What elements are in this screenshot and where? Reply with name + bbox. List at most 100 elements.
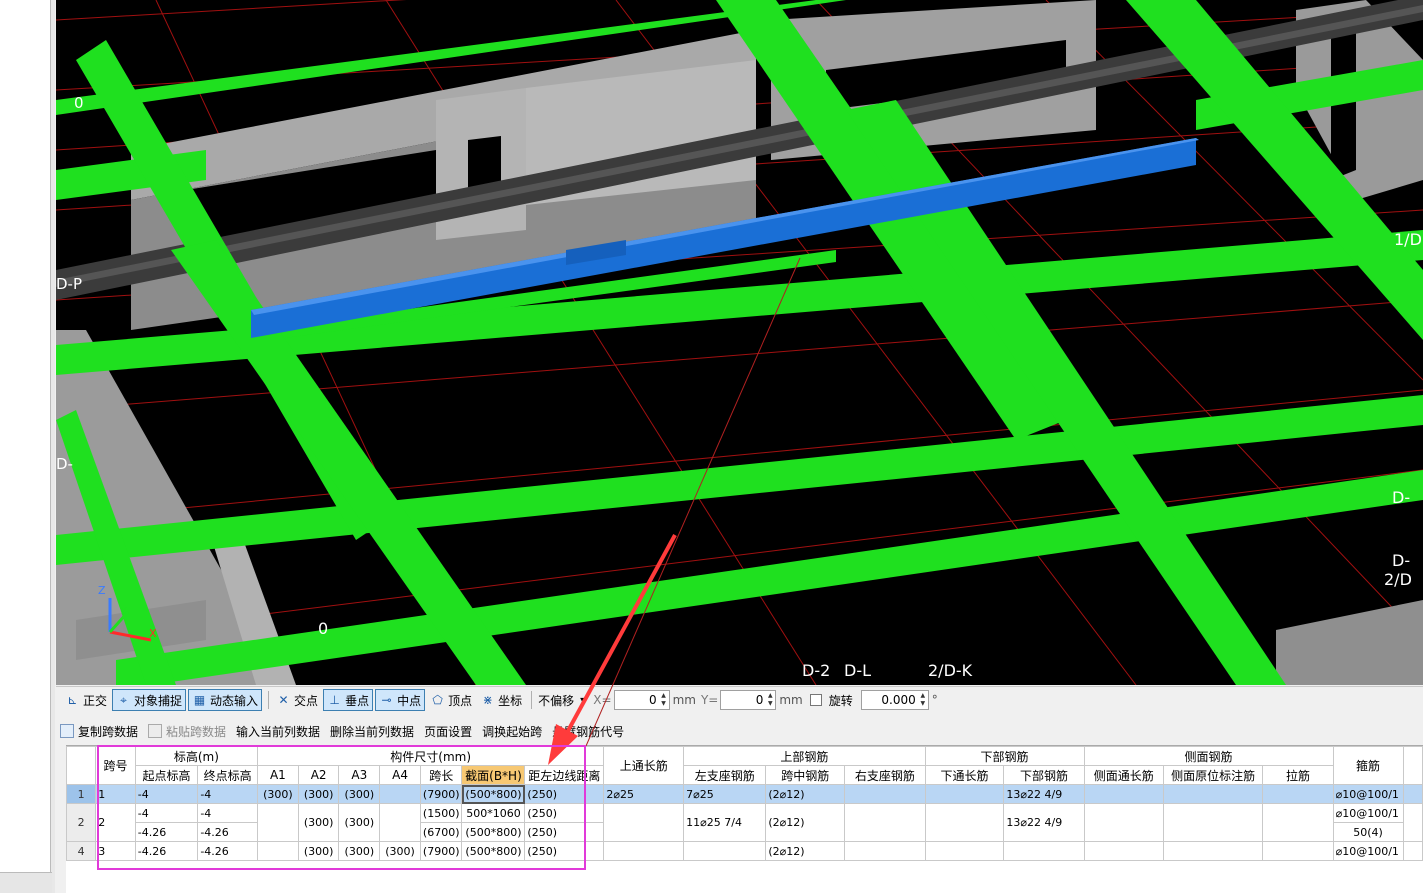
cell-section[interactable]: 500*1060 (461, 803, 526, 823)
row-number[interactable]: 1 (66, 784, 97, 804)
cell-stirrup[interactable]: ⌀10@100/1 (1332, 784, 1404, 804)
col-header-side-orig[interactable]: 侧面原位标注筋 (1162, 765, 1264, 785)
cell-start-elev[interactable]: -4.26 (134, 841, 199, 861)
cell-span[interactable]: 2 (95, 803, 136, 842)
cell-extra[interactable] (1402, 841, 1423, 861)
cell-right-support[interactable] (844, 841, 926, 861)
cell-a1[interactable]: (300) (257, 784, 299, 804)
rotate-checkbox[interactable] (809, 694, 822, 706)
cell-tie[interactable] (1262, 841, 1334, 861)
cell-stirrup[interactable]: ⌀10@100/1 (1332, 803, 1404, 823)
cell-a1[interactable] (257, 841, 299, 861)
cell-stirrup[interactable]: 50(4) (1332, 822, 1404, 842)
cell-a3[interactable]: (300) (338, 784, 381, 804)
spinner-arrows-icon[interactable]: ▲ ▼ (660, 692, 668, 708)
cell-span[interactable]: 3 (95, 841, 136, 861)
cell-extra[interactable] (1402, 803, 1423, 842)
input-column-button[interactable]: 输入当前列数据 (236, 723, 320, 740)
y-input[interactable]: 0 ▲ ▼ (720, 690, 777, 710)
cantilever-code-button[interactable]: 悬臂钢筋代号 (552, 723, 624, 740)
cell-bottom-bars[interactable]: 13⌀22 4/9 (1003, 784, 1085, 804)
cell-span-len[interactable]: (7900) (419, 784, 463, 804)
cell-top-through[interactable] (603, 803, 685, 842)
cell-right-support[interactable] (844, 803, 926, 842)
cell-section[interactable]: (500*800) (461, 841, 526, 861)
col-header-a2[interactable]: A2 (297, 765, 340, 785)
cell-top-through[interactable] (603, 841, 685, 861)
rotate-input[interactable]: 0.000 ▲ ▼ (860, 690, 929, 710)
offset-dropdown[interactable]: 不偏移 ▼ (536, 690, 588, 710)
col-header-side-rebar[interactable]: 侧面钢筋 (1083, 746, 1334, 766)
cell-end-elev[interactable]: -4 (197, 803, 259, 823)
cell-side-orig[interactable] (1162, 841, 1264, 861)
col-header-span-no[interactable]: 跨号 (95, 746, 136, 785)
cell-dist-left[interactable]: (250) (524, 784, 605, 804)
cell-left-support[interactable]: 11⌀25 7/4 (683, 803, 767, 842)
cell-left-support[interactable] (683, 841, 767, 861)
cell-span-len[interactable]: (1500) (419, 803, 463, 823)
col-header-bottom-bars[interactable]: 下部钢筋 (1003, 765, 1085, 785)
col-header-end-elev[interactable]: 终点标高 (197, 765, 259, 785)
spinner-arrows-icon[interactable]: ▲ ▼ (766, 692, 774, 708)
cell-right-support[interactable] (844, 784, 926, 804)
cell-a2[interactable]: (300) (297, 803, 340, 842)
cell-stirrup[interactable]: ⌀10@100/1 (1332, 841, 1404, 861)
table-row[interactable]: 2 2 -4 -4 (300) (300) (1500) 500*1060 (2… (66, 803, 1423, 842)
cell-a4[interactable] (379, 784, 421, 804)
cell-end-elev[interactable]: -4.26 (197, 822, 259, 842)
col-header-left-support[interactable]: 左支座钢筋 (683, 765, 767, 785)
cell-side-through[interactable] (1083, 784, 1164, 804)
cell-side-orig[interactable] (1162, 784, 1264, 804)
cell-side-through[interactable] (1083, 803, 1164, 842)
intersection-snap[interactable]: ✕ 交点 (273, 689, 321, 711)
cell-a4[interactable]: (300) (379, 841, 421, 861)
copy-span-button[interactable]: 复制跨数据 (60, 723, 138, 740)
vertex-snap[interactable]: ⬠ 顶点 (427, 689, 475, 711)
cell-top-through[interactable]: 2⌀25 (603, 784, 685, 804)
perpendicular-snap[interactable]: ⊥ 垂点 (323, 689, 374, 711)
col-header-tie[interactable]: 拉筋 (1262, 765, 1334, 785)
col-header-bottom-rebar[interactable]: 下部钢筋 (924, 746, 1085, 766)
cell-start-elev[interactable]: -4 (134, 803, 199, 823)
cell-section[interactable]: (500*800) (461, 784, 526, 804)
dynamic-input-toggle[interactable]: ▦ 动态输入 (188, 689, 263, 711)
cell-mid-span[interactable]: (2⌀12) (765, 784, 846, 804)
cell-bottom-through[interactable] (924, 841, 1005, 861)
cell-section[interactable]: (500*800) (461, 822, 526, 842)
table-row[interactable]: 4 3 -4.26 -4.26 (300) (300) (300) (7900)… (66, 841, 1423, 861)
delete-column-button[interactable]: 删除当前列数据 (330, 723, 414, 740)
col-header-dims[interactable]: 构件尺寸(mm) (257, 746, 605, 766)
object-snap-toggle[interactable]: ⌖ 对象捕捉 (112, 689, 187, 711)
col-header-a1[interactable]: A1 (257, 765, 299, 785)
row-number[interactable]: 2 (66, 803, 97, 842)
spinner-arrows-icon[interactable]: ▲ ▼ (919, 692, 927, 708)
col-header-right-support[interactable]: 右支座钢筋 (844, 765, 926, 785)
col-header-dist-left[interactable]: 距左边线距离 (524, 765, 605, 785)
col-header-start-elev[interactable]: 起点标高 (134, 765, 199, 785)
cell-end-elev[interactable]: -4 (197, 784, 259, 804)
paste-span-button[interactable]: 粘贴跨数据 (148, 723, 226, 740)
cell-mid-span[interactable]: (2⌀12) (765, 803, 846, 842)
cell-mid-span[interactable]: (2⌀12) (765, 841, 846, 861)
page-setup-button[interactable]: 页面设置 (424, 723, 472, 740)
left-panel-divider[interactable] (50, 0, 55, 893)
cell-bottom-bars[interactable] (1003, 841, 1085, 861)
col-header-side-through[interactable]: 侧面通长筋 (1083, 765, 1164, 785)
cell-start-elev[interactable]: -4 (134, 784, 199, 804)
ortho-toggle[interactable]: ⊾ 正交 (62, 689, 110, 711)
cell-a1[interactable] (257, 803, 299, 842)
cell-extra[interactable] (1402, 784, 1423, 804)
cell-start-elev[interactable]: -4.26 (134, 822, 199, 842)
col-header-top-through[interactable]: 上通长筋 (603, 746, 685, 785)
col-header-a4[interactable]: A4 (379, 765, 421, 785)
cell-tie[interactable] (1262, 803, 1334, 842)
col-header-mid-span[interactable]: 跨中钢筋 (765, 765, 846, 785)
cell-span-len[interactable]: (6700) (419, 822, 463, 842)
cell-tie[interactable] (1262, 784, 1334, 804)
col-header-span-len[interactable]: 跨长 (419, 765, 463, 785)
cell-side-through[interactable] (1083, 841, 1164, 861)
midpoint-snap[interactable]: ⊸ 中点 (375, 689, 426, 711)
cell-a4[interactable] (379, 803, 421, 842)
cell-bottom-through[interactable] (924, 803, 1005, 842)
col-header-stirrup[interactable]: 箍筋 (1332, 746, 1404, 785)
